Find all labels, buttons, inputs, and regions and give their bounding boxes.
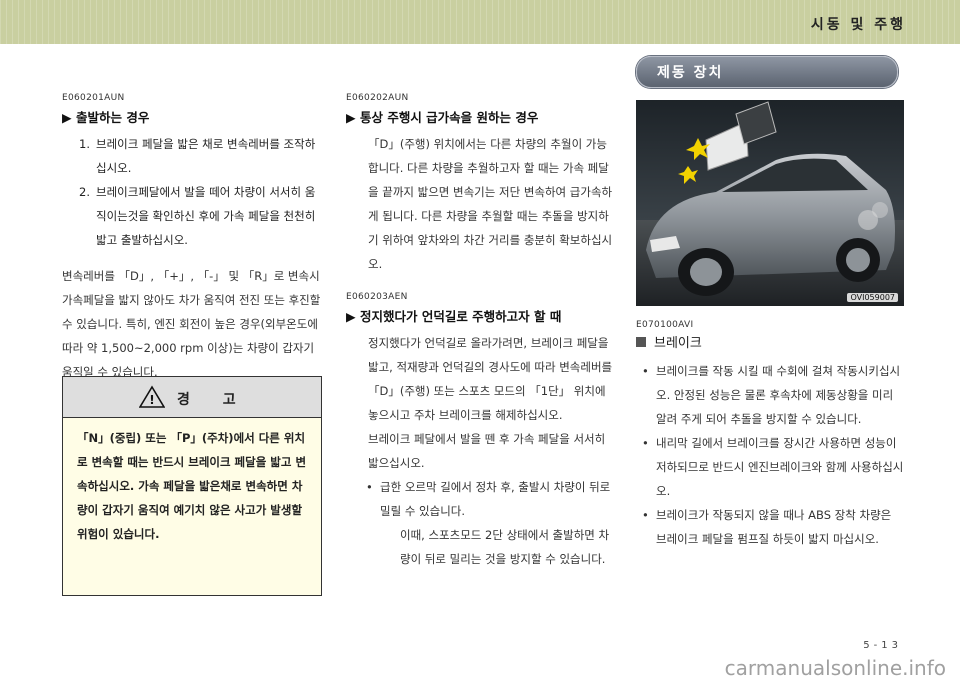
step-text: 브레이크 페달을 밟은 채로 변속레버를 조작하십시오. (96, 137, 316, 175)
hill-note: 이때, 스포츠모드 2단 상태에서 출발하면 차량이 뒤로 밀리는 것을 방지할… (400, 528, 610, 566)
car-illustration (636, 101, 904, 306)
brake-subheading-text: 브레이크 (654, 336, 702, 351)
brake-bullets: 브레이크를 작동 시킬 때 수회에 걸쳐 작동시키십시오. 안정된 성능은 물론… (636, 359, 904, 551)
section-heading: ▶ 출발하는 경우 (62, 110, 150, 125)
pill-title: 제동 장치 (657, 65, 724, 81)
section-code: E070100AVI (636, 320, 694, 330)
warning-glyph: ! (149, 393, 154, 407)
start-paragraph: 변속레버를 「D」, 「+」, 「-」 및 「R」로 변속시 가속페달을 밟지 … (62, 269, 321, 379)
column-brakes: 제동 장치 OVI059007 E070100AVI 브레이크 • 브레이크를 … (636, 56, 904, 551)
step-item: 1. 브레이크 페달을 밟은 채로 변속레버를 조작하십시오. (62, 132, 324, 180)
photo-id-label: OVI059007 (847, 293, 898, 302)
watermark-text: carmanualsonline.info (724, 656, 946, 680)
section-title: 시동 및 주행 (810, 17, 906, 33)
step-text: 브레이크페달에서 발을 떼어 차량이 서서히 움직이는것을 확인하신 후에 가속… (96, 185, 316, 247)
section-pill: 제동 장치 (636, 56, 898, 88)
step-number: 1. (79, 137, 90, 151)
hill-bullets: 급한 오르막 길에서 정차 후, 출발시 차량이 뒤로 밀릴 수 있습니다. (346, 475, 614, 523)
step-number: 2. (79, 185, 90, 199)
warning-title: 경 고 (177, 392, 250, 408)
warning-box: ! 경 고 「N」(중립) 또는 「P」(주차)에서 다른 위치로 변속할 때는… (62, 376, 322, 596)
square-bullet-icon (636, 337, 646, 347)
warning-text: 「N」(중립) 또는 「P」(주차)에서 다른 위치로 변속할 때는 반드시 브… (77, 431, 307, 541)
column-start-driving: E060201AUN ▶ 출발하는 경우 1. 브레이크 페달을 밟은 채로 변… (62, 93, 324, 384)
warning-triangle-icon: ! (139, 385, 165, 408)
section-heading: ▶ 통상 주행시 급가속을 원하는 경우 (346, 110, 539, 125)
section-heading: ▶ 정지했다가 언덕길로 주행하고자 할 때 (346, 309, 562, 324)
bullet-item: 내리막 길에서 브레이크를 장시간 사용하면 성능이 저하되므로 반드시 엔진브… (636, 431, 904, 503)
brake-subheading: 브레이크 (636, 332, 904, 351)
car-brake-photo: OVI059007 (636, 100, 904, 306)
warning-header: ! 경 고 (63, 377, 321, 418)
bullet-item: 브레이크가 작동되지 않을 때나 ABS 장착 차량은 브레이크 페달을 펌프질… (636, 503, 904, 551)
step-list: 1. 브레이크 페달을 밟은 채로 변속레버를 조작하십시오. 2. 브레이크페… (62, 132, 324, 252)
section-code: E060203AEN (346, 292, 408, 302)
acceleration-text: 「D」(주행) 위치에서는 다른 차량의 추월이 가능합니다. 다른 차량을 추… (368, 137, 613, 271)
page-number: 5-13 (863, 640, 902, 651)
hill-start-text-2: 브레이크 페달에서 발을 뗀 후 가속 페달을 서서히 밟으십시오. (368, 432, 606, 470)
header-band: 시동 및 주행 (0, 0, 960, 44)
step-item: 2. 브레이크페달에서 발을 떼어 차량이 서서히 움직이는것을 확인하신 후에… (62, 180, 324, 252)
bullet-item: 급한 오르막 길에서 정차 후, 출발시 차량이 뒤로 밀릴 수 있습니다. (360, 475, 614, 523)
hill-start-text: 정지했다가 언덕길로 올라가려면, 브레이크 페달을 밟고, 적재량과 언덕길의… (368, 336, 613, 422)
section-code: E060201AUN (62, 93, 125, 103)
section-code: E060202AUN (346, 93, 409, 103)
bullet-item: 브레이크를 작동 시킬 때 수회에 걸쳐 작동시키십시오. 안정된 성능은 물론… (636, 359, 904, 431)
column-acceleration: E060202AUN ▶ 통상 주행시 급가속을 원하는 경우 「D」(주행) … (346, 93, 614, 571)
